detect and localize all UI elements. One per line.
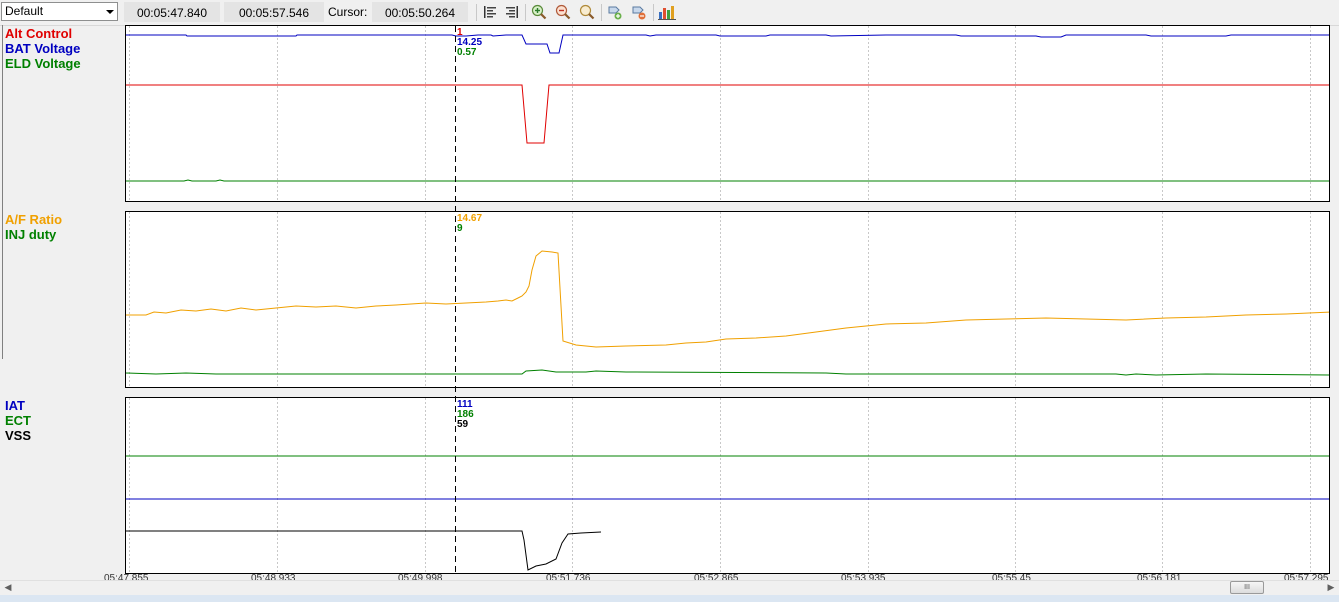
add-marker-button[interactable] xyxy=(606,3,624,21)
legend-eld-voltage: ELD Voltage xyxy=(5,56,81,71)
zoom-in-button[interactable] xyxy=(530,3,548,21)
panel-2-legend: A/F Ratio INJ duty xyxy=(5,212,62,242)
scroll-left-arrow-icon[interactable]: ◀ xyxy=(2,582,14,593)
series-vss-line xyxy=(126,530,602,571)
series-alt-control-line xyxy=(126,84,1329,144)
grid-lines xyxy=(129,26,1311,201)
cursor-value-vss: 59 xyxy=(457,419,469,430)
left-edge-line xyxy=(2,25,3,359)
add-marker-icon xyxy=(608,6,622,20)
profile-dropdown[interactable]: Default xyxy=(1,2,118,21)
chart-settings-icon xyxy=(658,6,676,20)
plot-panel-2-svg xyxy=(126,212,1329,387)
align-left-button[interactable] xyxy=(481,3,499,21)
series-af-ratio-line xyxy=(126,250,1329,348)
legend-bat-voltage: BAT Voltage xyxy=(5,41,81,56)
zoom-fit-button[interactable] xyxy=(578,3,596,21)
scrollbar-thumb[interactable]: III xyxy=(1230,581,1264,594)
zoom-out-button[interactable] xyxy=(554,3,572,21)
toolbar-separator xyxy=(476,4,477,21)
end-time-field[interactable]: 00:05:57.546 xyxy=(224,2,324,22)
series-bat-voltage-line xyxy=(126,34,1329,54)
grid-lines xyxy=(129,398,1311,573)
bottom-bar xyxy=(0,595,1339,602)
align-left-icon xyxy=(484,6,496,18)
toolbar-separator xyxy=(601,4,602,21)
zoom-out-icon xyxy=(555,4,571,20)
remove-marker-button[interactable] xyxy=(630,3,648,21)
series-eld-voltage-line xyxy=(126,179,1329,182)
legend-ect: ECT xyxy=(5,413,31,428)
legend-inj-duty: INJ duty xyxy=(5,227,57,242)
remove-marker-icon xyxy=(632,6,646,20)
grid-lines xyxy=(129,212,1311,387)
plot-panel-3-svg xyxy=(126,398,1329,573)
zoom-fit-icon xyxy=(579,4,595,20)
toolbar-separator xyxy=(653,4,654,21)
cursor-label: Cursor: xyxy=(328,5,368,19)
scroll-right-arrow-icon[interactable]: ▶ xyxy=(1325,582,1337,593)
legend-vss: VSS xyxy=(5,428,32,443)
panel-3-legend: IAT ECT VSS xyxy=(5,398,31,443)
plot-panel-2[interactable]: 14.67 9 xyxy=(125,211,1330,388)
toolbar-separator xyxy=(525,4,526,21)
horizontal-scrollbar[interactable]: ◀ III ▶ xyxy=(0,580,1339,594)
align-right-button[interactable] xyxy=(503,3,521,21)
start-time-field[interactable]: 00:05:47.840 xyxy=(124,2,220,22)
cursor-value-eld-voltage: 0.57 xyxy=(457,47,477,58)
legend-af-ratio: A/F Ratio xyxy=(5,212,63,227)
cursor-time-field[interactable]: 00:05:50.264 xyxy=(372,2,468,22)
plot-panel-1[interactable]: 1 14.25 0.57 xyxy=(125,25,1330,202)
align-right-icon xyxy=(506,6,518,18)
plot-panel-1-svg xyxy=(126,26,1329,201)
zoom-in-icon xyxy=(531,4,547,20)
plot-panel-3[interactable]: 111 186 59 xyxy=(125,397,1330,574)
chevron-down-icon xyxy=(106,10,114,14)
chart-settings-button[interactable] xyxy=(658,3,676,21)
legend-iat: IAT xyxy=(5,398,25,413)
toolbar: Default 00:05:47.840 00:05:57.546 Cursor… xyxy=(0,0,1339,26)
legend-alt-control: Alt Control xyxy=(5,26,73,41)
panel-1-legend: Alt Control BAT Voltage ELD Voltage xyxy=(5,26,81,71)
cursor-value-inj-duty: 9 xyxy=(457,223,463,234)
profile-dropdown-value: Default xyxy=(5,4,44,18)
series-inj-duty-line xyxy=(126,369,1329,376)
